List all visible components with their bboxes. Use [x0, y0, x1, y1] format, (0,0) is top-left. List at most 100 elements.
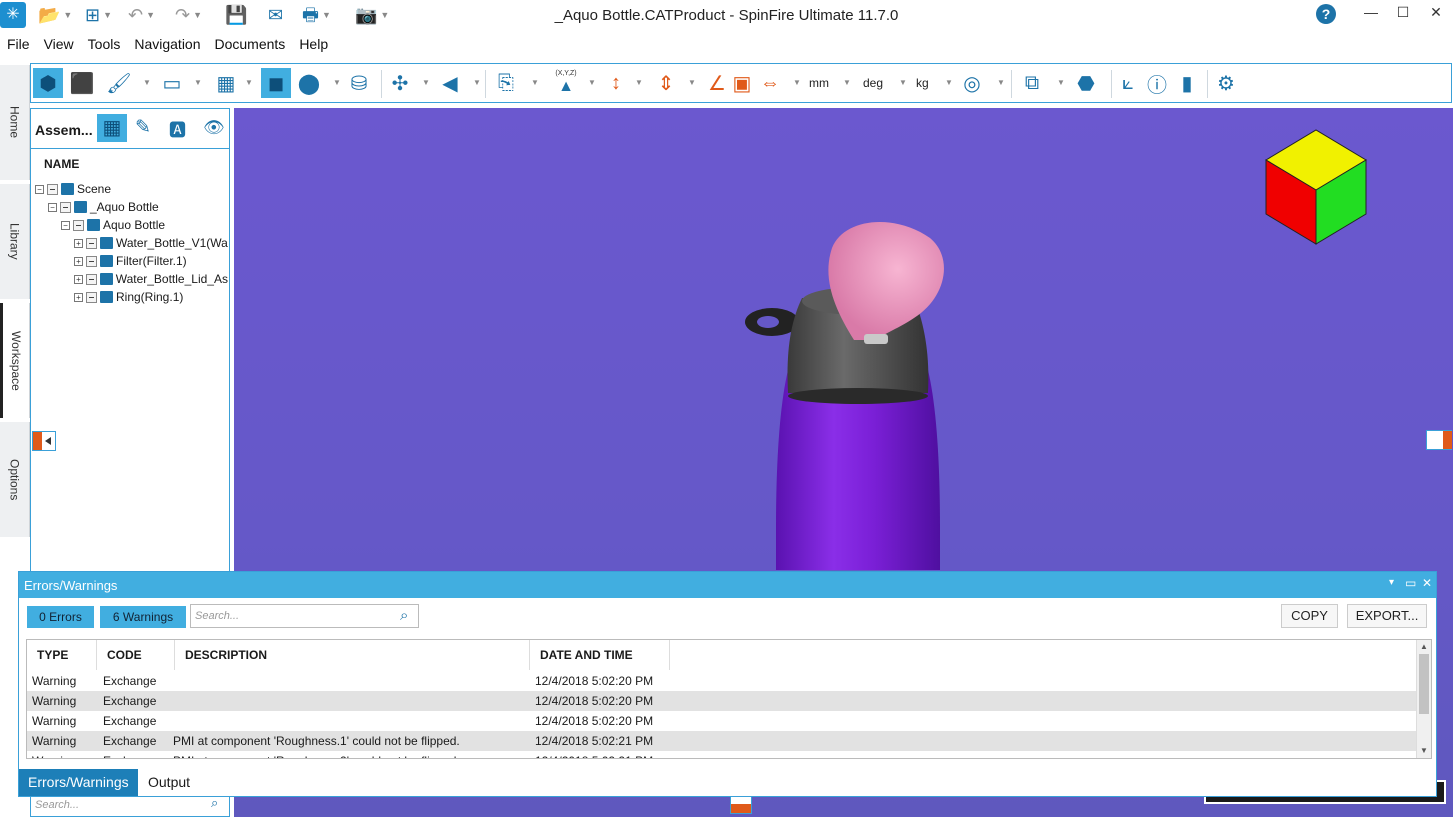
mass-properties-button[interactable]: ◎	[957, 68, 987, 98]
panel-close-icon[interactable]: ✕	[1422, 576, 1432, 590]
search-icon: ⌕	[400, 607, 409, 624]
visibility-checkbox[interactable]	[73, 219, 84, 231]
visibility-checkbox[interactable]	[47, 183, 58, 195]
menu-file[interactable]: File	[0, 33, 37, 55]
errors-search-input[interactable]: Search...	[190, 604, 419, 628]
edit-button[interactable]: ✎	[135, 116, 159, 140]
table-scrollbar[interactable]: ▲ ▼	[1416, 640, 1431, 758]
angle-unit-select[interactable]: deg	[863, 76, 883, 90]
point-measure-button[interactable]: (X,Y,Z) ▲	[551, 68, 581, 98]
menu-navigation[interactable]: Navigation	[127, 33, 207, 55]
errors-filter-button[interactable]: 0 Errors	[27, 606, 94, 628]
visibility-checkbox[interactable]	[60, 201, 71, 213]
help-button[interactable]: ?	[1316, 4, 1336, 24]
annotation-icon: ⎘	[498, 71, 514, 94]
tree-node-water-bottle[interactable]: + Water_Bottle_V1(Wa	[74, 236, 228, 250]
cylinder-button[interactable]: ⬤	[295, 68, 323, 98]
tree-node-filter[interactable]: + Filter(Filter.1)	[74, 254, 187, 268]
panel-float-icon[interactable]: ▭	[1405, 576, 1416, 590]
collapse-icon[interactable]: −	[61, 220, 70, 230]
angle-button[interactable]: ∠	[703, 68, 731, 98]
paint-button[interactable]: 🖌	[105, 68, 133, 98]
shaded-button[interactable]: ◼	[261, 68, 291, 98]
tree-node-ring[interactable]: + Ring(Ring.1)	[74, 290, 183, 304]
column-header-date[interactable]: DATE AND TIME	[530, 640, 670, 670]
tree-node-scene[interactable]: − Scene	[35, 182, 111, 196]
collapse-icon[interactable]: −	[48, 202, 57, 212]
view-button[interactable]: ▭	[157, 68, 187, 98]
column-header-code[interactable]: CODE	[97, 640, 175, 670]
visibility-checkbox[interactable]	[85, 273, 97, 285]
column-header-description[interactable]: DESCRIPTION	[175, 640, 530, 670]
maximize-button[interactable]: ☐	[1388, 4, 1418, 26]
table-row[interactable]: Warning Exchange PMI at component 'Rough…	[27, 731, 1418, 751]
distance-button[interactable]: ↕	[601, 68, 631, 98]
collapse-icon[interactable]: −	[35, 184, 44, 194]
collapse-panel-button[interactable]	[32, 431, 56, 451]
settings-button[interactable]: ⚙	[1211, 68, 1241, 98]
thickness-button[interactable]: ⇔	[755, 68, 785, 98]
layout-button[interactable]: ▦	[211, 68, 241, 98]
text-label-button[interactable]: 🅰	[169, 116, 193, 140]
clearance-button[interactable]: ⇕	[651, 68, 681, 98]
annotation-button[interactable]: ⎘	[491, 68, 521, 98]
warnings-filter-button[interactable]: 6 Warnings	[100, 606, 186, 628]
expand-icon[interactable]: +	[74, 292, 83, 302]
expand-icon[interactable]: +	[74, 274, 83, 284]
table-row[interactable]: Warning Exchange PMI at component 'Rough…	[27, 751, 1418, 758]
explode-button[interactable]: ✣	[385, 68, 415, 98]
menu-view[interactable]: View	[37, 33, 81, 55]
tree-node-aquo-bottle[interactable]: − Aquo Bottle	[61, 218, 165, 232]
menu-help[interactable]: Help	[292, 33, 335, 55]
table-row[interactable]: Warning Exchange 12/4/2018 5:02:20 PM	[27, 711, 1418, 731]
tab-home[interactable]: Home	[0, 65, 30, 180]
expand-icon[interactable]: +	[74, 256, 83, 266]
tab-workspace[interactable]: Workspace	[0, 303, 30, 418]
table-row[interactable]: Warning Exchange 12/4/2018 5:02:20 PM	[27, 691, 1418, 711]
info-button[interactable]: ⓘ	[1143, 68, 1171, 98]
tree-node-aquo-bottle-root[interactable]: − _Aquo Bottle	[48, 200, 159, 214]
mass-unit-select[interactable]: kg	[916, 76, 929, 90]
column-header-type[interactable]: TYPE	[27, 640, 97, 670]
expand-icon[interactable]: +	[74, 238, 83, 248]
minimize-button[interactable]: —	[1356, 4, 1386, 26]
explode-icon: ✣	[391, 72, 409, 95]
view-cube[interactable]	[1264, 128, 1368, 246]
close-button[interactable]: ✕	[1421, 4, 1451, 26]
tab-errors-warnings[interactable]: Errors/Warnings	[19, 769, 138, 796]
visibility-checkbox[interactable]	[86, 255, 97, 267]
menu-tools[interactable]: Tools	[81, 33, 128, 55]
component-button[interactable]: ⬣	[1071, 68, 1101, 98]
panel-menu-icon[interactable]: ▾	[1389, 577, 1394, 588]
lid-balloon	[828, 221, 944, 340]
menu-documents[interactable]: Documents	[208, 33, 293, 55]
select-part-button[interactable]: ⬛	[67, 68, 97, 98]
collapse-right-panel-button[interactable]	[1426, 430, 1452, 450]
monitor-icon: ▭	[162, 72, 182, 95]
tree-node-label: _Aquo Bottle	[90, 200, 159, 214]
visibility-checkbox[interactable]	[86, 291, 97, 303]
tree-node-lid[interactable]: + Water_Bottle_Lid_As	[74, 272, 228, 286]
compare-button[interactable]: ⧉	[1017, 68, 1047, 98]
copy-button[interactable]: COPY	[1281, 604, 1338, 628]
export-button[interactable]: EXPORT...	[1347, 604, 1427, 628]
section-button[interactable]: ◀	[435, 68, 465, 98]
area-button[interactable]: ▣	[731, 68, 753, 98]
tab-output[interactable]: Output	[139, 769, 199, 796]
coordinate-button[interactable]: ⟀	[1113, 68, 1143, 98]
tree-search-input[interactable]: Search...	[31, 795, 229, 815]
length-unit-select[interactable]: mm	[809, 76, 829, 90]
tab-options[interactable]: Options	[0, 422, 30, 537]
part-icon	[100, 255, 113, 267]
errors-table: TYPE CODE DESCRIPTION DATE AND TIME Warn…	[26, 639, 1432, 759]
database-settings-button[interactable]: ⛁	[345, 68, 373, 98]
package-icon: ⬣	[1077, 72, 1095, 95]
table-row[interactable]: Warning Exchange 12/4/2018 5:02:20 PM	[27, 671, 1418, 691]
select-mode-button[interactable]: ⬢	[33, 68, 63, 98]
visibility-button[interactable]: 👁	[203, 118, 227, 138]
tree-view-button[interactable]: ▦	[97, 114, 127, 142]
visibility-checkbox[interactable]	[86, 237, 97, 249]
tree-node-label: Water_Bottle_V1(Wa	[116, 236, 228, 250]
statistics-button[interactable]: ▮	[1173, 68, 1201, 98]
tab-library[interactable]: Library	[0, 184, 30, 299]
